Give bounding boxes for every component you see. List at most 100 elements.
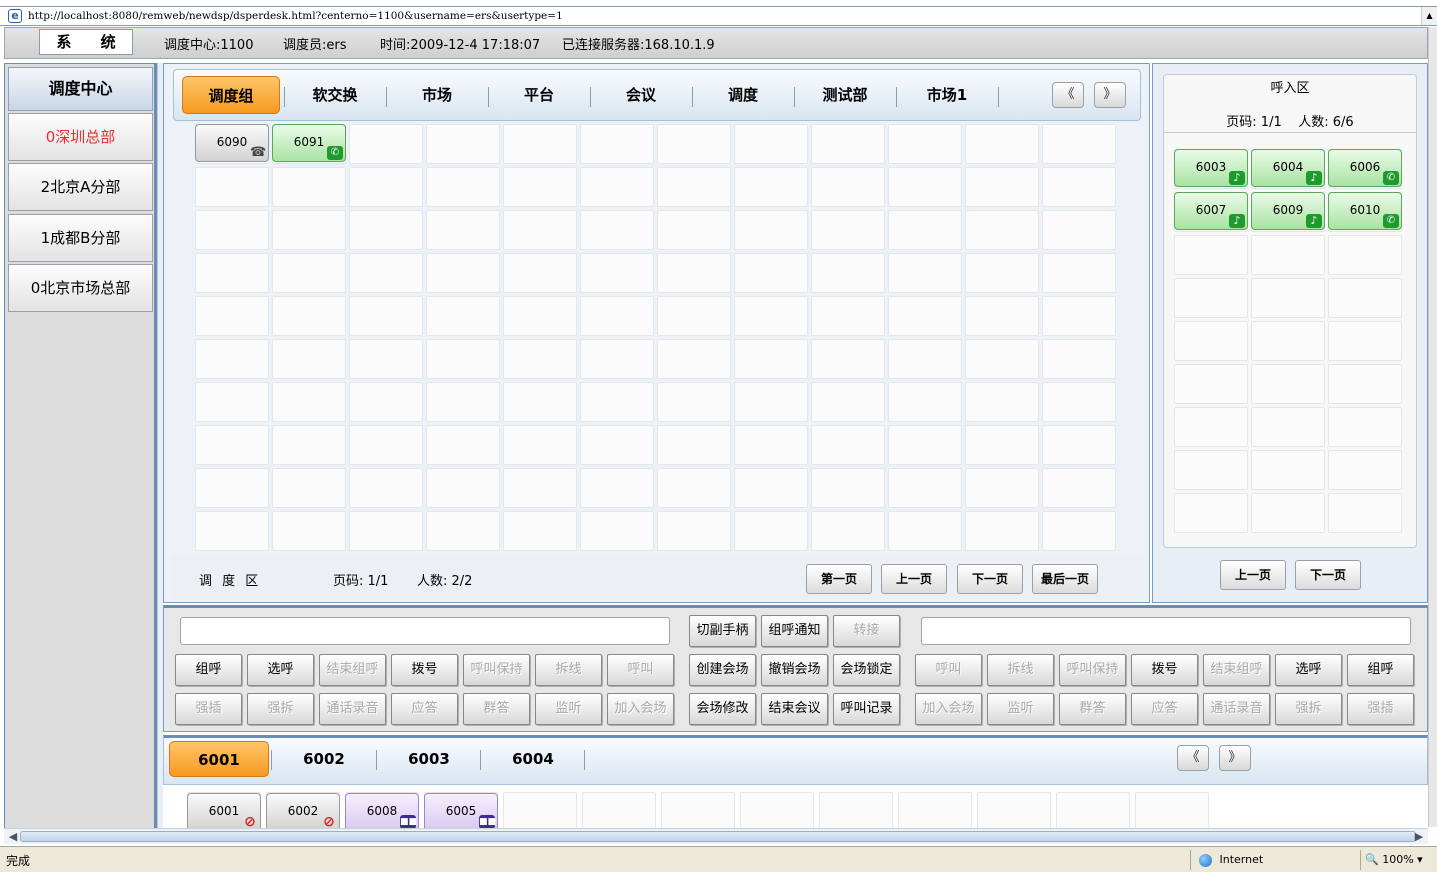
grid-cell[interactable] [426,511,500,551]
right-row1-button-2[interactable]: 呼叫保持 [1059,654,1126,686]
grid-cell[interactable] [426,253,500,293]
grid-cell[interactable] [195,511,269,551]
grid-cell[interactable] [1042,167,1116,207]
grid-cell[interactable] [195,382,269,422]
extension-6006[interactable]: 6006 ✆ [1328,149,1402,187]
extension-6010[interactable]: 6010 ✆ [1328,192,1402,230]
member-cell[interactable] [582,792,656,828]
grid-cell[interactable] [657,339,731,379]
grid-cell[interactable] [349,425,423,465]
extension-6090[interactable]: 6090 ☎ [195,124,269,162]
tab-meeting[interactable]: 会议 [592,76,690,114]
left-row2-button-4[interactable]: 群答 [463,693,530,725]
incoming-cell[interactable] [1328,450,1402,490]
member-cell[interactable] [740,792,814,828]
grid-cell[interactable] [734,296,808,336]
mid-row1-button-2[interactable]: 会场锁定 [833,654,900,686]
sidebar-item-beijing-market[interactable]: 0北京市场总部 [8,264,153,312]
grid-cell[interactable] [580,382,654,422]
grid-cell[interactable] [965,425,1039,465]
grid-cell[interactable] [811,210,885,250]
member-cell[interactable] [1135,792,1209,828]
grid-cell[interactable] [811,296,885,336]
url-text[interactable]: http://localhost:8080/remweb/newdsp/dspe… [28,10,563,22]
tab-market[interactable]: 市场 [388,76,486,114]
system-button[interactable]: 系 统 [39,29,133,55]
member-cell[interactable] [819,792,893,828]
grid-cell[interactable] [657,382,731,422]
mid-row2-button-0[interactable]: 会场修改 [689,693,756,725]
grid-cell[interactable] [734,339,808,379]
incoming-prev-button[interactable]: 上一页 [1220,560,1286,590]
incoming-cell[interactable] [1174,407,1248,447]
right-row1-button-0[interactable]: 呼叫 [915,654,982,686]
grid-cell[interactable] [195,339,269,379]
grid-cell[interactable] [580,167,654,207]
grid-cell[interactable] [734,210,808,250]
prev-page-button[interactable]: 上一页 [881,564,947,594]
extension-6091[interactable]: 6091 ✆ [272,124,346,162]
right-row2-button-3[interactable]: 应答 [1131,693,1198,725]
incoming-cell[interactable] [1251,321,1325,361]
grid-cell[interactable] [657,124,731,164]
scroll-left-arrow-icon[interactable]: ◀ [6,829,20,844]
grid-cell[interactable] [272,511,346,551]
left-row1-button-6[interactable]: 呼叫 [607,654,674,686]
grid-cell[interactable] [657,511,731,551]
mid-row2-button-1[interactable]: 结束会议 [761,693,828,725]
sidebar-item-chengdu-b[interactable]: 1成都B分部 [8,214,153,262]
left-row1-button-3[interactable]: 拨号 [391,654,458,686]
grid-cell[interactable] [272,253,346,293]
grid-cell[interactable] [965,124,1039,164]
incoming-cell[interactable] [1328,364,1402,404]
grid-cell[interactable] [657,210,731,250]
grid-cell[interactable] [888,382,962,422]
grid-cell[interactable] [1042,124,1116,164]
member-prev-button[interactable]: 《 [1177,745,1209,771]
grid-cell[interactable] [1042,339,1116,379]
scroll-thumb[interactable] [20,831,1416,842]
grid-cell[interactable] [888,425,962,465]
grid-cell[interactable] [1042,468,1116,508]
grid-cell[interactable] [195,425,269,465]
extension-6007[interactable]: 6007 ♪ [1174,192,1248,230]
left-row2-button-5[interactable]: 监听 [535,693,602,725]
incoming-cell[interactable] [1328,321,1402,361]
left-row1-button-1[interactable]: 选呼 [247,654,314,686]
grid-cell[interactable] [349,124,423,164]
right-row2-button-5[interactable]: 强拆 [1275,693,1342,725]
mid-row0-button-2[interactable]: 转接 [833,615,900,647]
mid-row1-button-0[interactable]: 创建会场 [689,654,756,686]
mid-row1-button-1[interactable]: 撤销会场 [761,654,828,686]
grid-cell[interactable] [349,511,423,551]
grid-cell[interactable] [503,511,577,551]
extension-6001[interactable]: 6001 ⊘ [187,793,261,828]
grid-cell[interactable] [272,296,346,336]
grid-cell[interactable] [811,511,885,551]
incoming-cell[interactable] [1251,235,1325,275]
incoming-cell[interactable] [1251,450,1325,490]
right-row2-button-6[interactable]: 强插 [1347,693,1414,725]
grid-cell[interactable] [272,382,346,422]
tab-6004[interactable]: 6004 [483,741,583,777]
mid-row0-button-0[interactable]: 切副手柄 [689,615,756,647]
grid-cell[interactable] [426,296,500,336]
right-row2-button-4[interactable]: 通话录音 [1203,693,1270,725]
grid-cell[interactable] [965,167,1039,207]
grid-cell[interactable] [657,167,731,207]
grid-cell[interactable] [503,339,577,379]
grid-cell[interactable] [811,425,885,465]
grid-cell[interactable] [888,468,962,508]
incoming-cell[interactable] [1174,235,1248,275]
grid-cell[interactable] [426,382,500,422]
tabs-prev-button[interactable]: 《 [1052,82,1084,108]
grid-cell[interactable] [888,124,962,164]
grid-cell[interactable] [1042,296,1116,336]
grid-cell[interactable] [272,210,346,250]
incoming-cell[interactable] [1251,493,1325,533]
right-row1-button-4[interactable]: 结束组呼 [1203,654,1270,686]
extension-6004[interactable]: 6004 ♪ [1251,149,1325,187]
vertical-scrollbar[interactable] [1428,27,1437,827]
grid-cell[interactable] [965,339,1039,379]
extension-6009[interactable]: 6009 ♪ [1251,192,1325,230]
